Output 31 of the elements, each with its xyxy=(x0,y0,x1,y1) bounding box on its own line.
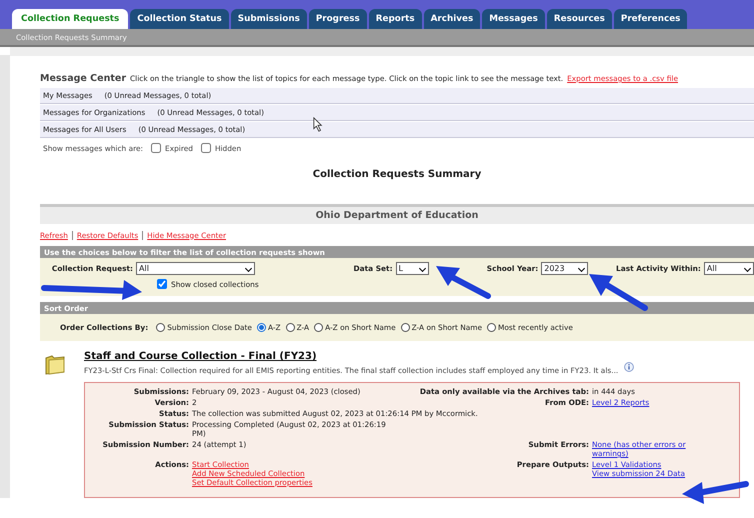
nav-tab[interactable]: Collection Status xyxy=(130,9,229,29)
nav-tab[interactable]: Messages xyxy=(482,9,545,29)
data-set-select[interactable]: L xyxy=(396,262,429,275)
radio-button[interactable] xyxy=(156,323,166,332)
info-icon[interactable] xyxy=(624,362,634,372)
checkbox[interactable] xyxy=(200,143,211,153)
nav-tab[interactable]: Reports xyxy=(368,9,422,29)
checkbox[interactable] xyxy=(157,279,167,289)
radio-button[interactable] xyxy=(286,323,295,332)
radio-button[interactable] xyxy=(256,323,266,332)
collection-title-link[interactable]: Staff and Course Collection - Final (FY23) xyxy=(84,351,317,362)
nav-tab[interactable]: Preferences xyxy=(614,9,688,29)
annotation-arrow xyxy=(589,274,648,311)
organization-name: Ohio Department of Education xyxy=(316,210,478,221)
page-title: Collection Requests Summary xyxy=(312,168,482,182)
last-activity-select[interactable]: All xyxy=(704,262,754,275)
mouse-cursor-icon xyxy=(313,117,323,132)
folder-icon xyxy=(44,353,66,375)
nav-tab[interactable]: Submissions xyxy=(230,9,307,29)
collection-request-select[interactable]: All xyxy=(136,262,256,275)
nav-tab[interactable]: Progress xyxy=(308,9,367,29)
checkbox[interactable] xyxy=(151,143,162,153)
radio-button[interactable] xyxy=(400,323,410,332)
nav-tab[interactable]: Collection Requests xyxy=(12,9,128,29)
radio-button[interactable] xyxy=(314,323,324,332)
school-year-select[interactable]: 2023 xyxy=(541,262,588,275)
nav-tab[interactable]: Archives xyxy=(424,9,480,29)
annotation-arrow xyxy=(682,481,749,504)
nav-tab[interactable]: Resources xyxy=(546,9,612,29)
section-title: Message Center xyxy=(40,73,126,84)
radio-button[interactable] xyxy=(487,323,496,332)
